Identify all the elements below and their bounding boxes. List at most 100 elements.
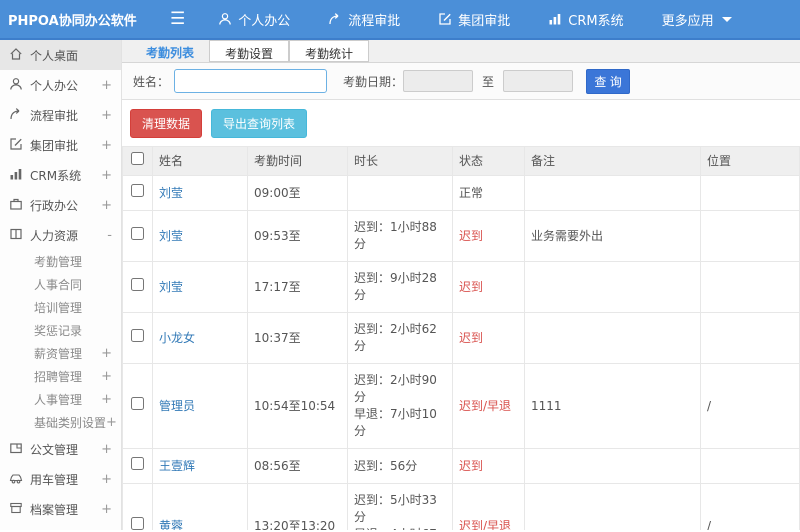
- sidebar-sub-recruit[interactable]: 招聘管理 +: [0, 365, 121, 388]
- archive-icon: [9, 501, 23, 518]
- document-icon: [9, 441, 23, 458]
- sidebar-item-workflow-approval[interactable]: 流程审批 +: [0, 100, 121, 130]
- export-list-button[interactable]: 导出查询列表: [211, 109, 308, 138]
- status-badge: 正常: [452, 175, 525, 211]
- status-badge: 迟到: [452, 312, 525, 364]
- employee-name-link[interactable]: 小龙女: [159, 331, 195, 345]
- sidebar: 个人桌面 个人办公 + 流程审批 + 集团审批 + CRM系统 + 行政办公 +: [0, 40, 122, 530]
- status-badge: 迟到: [452, 448, 525, 484]
- employee-name-link[interactable]: 管理员: [159, 399, 195, 413]
- employee-name-link[interactable]: 刘莹: [159, 229, 183, 243]
- user-icon: [9, 77, 23, 94]
- date-to-input[interactable]: [503, 70, 574, 92]
- menu-toggle-icon[interactable]: ☰: [170, 9, 185, 29]
- sidebar-sub-salary[interactable]: 薪资管理 +: [0, 342, 121, 365]
- row-checkbox[interactable]: [131, 329, 144, 342]
- sidebar-sub-personnel[interactable]: 人事管理 +: [0, 388, 121, 411]
- status-badge: 迟到/早退: [452, 363, 525, 449]
- sidebar-item-group-approval[interactable]: 集团审批 +: [0, 130, 121, 160]
- sidebar-item-personal-office[interactable]: 个人办公 +: [0, 70, 121, 100]
- table-row: 黄蓉 13:20至13:20 迟到：5小时33分早退：4小时67分 迟到/早退 …: [122, 483, 800, 531]
- sidebar-item-archive-mgmt[interactable]: 档案管理 +: [0, 494, 121, 524]
- employee-name-link[interactable]: 黄蓉: [159, 519, 183, 531]
- action-bar: 清理数据 导出查询列表: [122, 100, 800, 146]
- query-button[interactable]: 查 询: [586, 68, 631, 94]
- nav-workflow-approval[interactable]: 流程审批: [328, 10, 400, 29]
- expand-plus[interactable]: +: [101, 346, 112, 361]
- table-header-row: 姓名 考勤时间 时长 状态 备注 位置: [122, 146, 800, 176]
- date-to-label: 至: [482, 74, 495, 89]
- edit-icon: [438, 12, 452, 26]
- sidebar-sub-attendance[interactable]: 考勤管理: [0, 250, 121, 273]
- expand-plus[interactable]: +: [101, 138, 112, 153]
- row-checkbox[interactable]: [131, 517, 144, 530]
- app-logo: PHPOA协同办公软件: [8, 13, 137, 29]
- name-filter-label: 姓名：: [133, 74, 170, 89]
- row-checkbox[interactable]: [131, 278, 144, 291]
- expand-plus[interactable]: +: [101, 502, 112, 517]
- expand-plus[interactable]: +: [106, 415, 117, 430]
- nav-group-approval[interactable]: 集团审批: [438, 10, 510, 29]
- col-header-status: 状态: [452, 146, 525, 176]
- sidebar-sub-rewards[interactable]: 奖惩记录: [0, 319, 121, 342]
- sidebar-item-hr[interactable]: 人力资源 -: [0, 220, 121, 250]
- col-header-note: 备注: [524, 146, 701, 176]
- expand-plus[interactable]: +: [101, 442, 112, 457]
- col-header-name: 姓名: [152, 146, 248, 176]
- table-row: 刘莹 17:17至 迟到：9小时28分 迟到: [122, 261, 800, 313]
- car-icon: [9, 471, 23, 488]
- tab-attendance-settings[interactable]: 考勤设置: [209, 40, 290, 62]
- briefcase-icon: [9, 197, 23, 214]
- employee-name-link[interactable]: 王壹辉: [159, 459, 195, 473]
- sidebar-sub-training[interactable]: 培训管理: [0, 296, 121, 319]
- select-all-checkbox[interactable]: [131, 152, 144, 165]
- sidebar-item-crm[interactable]: CRM系统 +: [0, 160, 121, 190]
- sidebar-item-personal-desktop[interactable]: 个人桌面: [0, 40, 121, 70]
- main-content: 考勤列表 考勤设置 考勤统计 姓名： 考勤日期： 至 查 询 清理数据 导出查询…: [122, 40, 800, 530]
- status-badge: 迟到/早退: [452, 483, 525, 530]
- chart-icon: [9, 167, 23, 184]
- expand-plus[interactable]: +: [101, 108, 112, 123]
- status-badge: 迟到: [452, 261, 525, 313]
- date-from-input[interactable]: [403, 70, 474, 92]
- col-header-duration: 时长: [347, 146, 453, 176]
- sidebar-item-vehicle-mgmt[interactable]: 用车管理 +: [0, 464, 121, 494]
- row-checkbox[interactable]: [131, 397, 144, 410]
- expand-plus[interactable]: +: [101, 78, 112, 93]
- col-header-time: 考勤时间: [247, 146, 348, 176]
- expand-plus[interactable]: +: [101, 392, 112, 407]
- employee-name-link[interactable]: 刘莹: [159, 280, 183, 294]
- nav-more-apps[interactable]: 更多应用: [662, 10, 732, 29]
- book-icon: [9, 227, 23, 244]
- row-checkbox[interactable]: [131, 184, 144, 197]
- table-row: 刘莹 09:00至 正常: [122, 175, 800, 211]
- nav-personal-office[interactable]: 个人办公: [218, 10, 290, 29]
- name-filter-input[interactable]: [174, 69, 328, 93]
- table-row: 刘莹 09:53至 迟到：1小时88分 迟到 业务需要外出: [122, 210, 800, 262]
- expand-plus[interactable]: +: [101, 198, 112, 213]
- expand-minus[interactable]: -: [107, 228, 112, 243]
- tab-attendance-list[interactable]: 考勤列表: [131, 40, 209, 62]
- sidebar-item-admin-office[interactable]: 行政办公 +: [0, 190, 121, 220]
- clear-data-button[interactable]: 清理数据: [130, 109, 203, 138]
- expand-plus[interactable]: +: [101, 369, 112, 384]
- sidebar-item-document-mgmt[interactable]: 公文管理 +: [0, 434, 121, 464]
- tab-bar: 考勤列表 考勤设置 考勤统计: [122, 40, 800, 63]
- nav-crm[interactable]: CRM系统: [548, 10, 624, 29]
- row-checkbox[interactable]: [131, 457, 144, 470]
- share-icon: [328, 12, 342, 26]
- edit-icon: [9, 137, 23, 154]
- employee-name-link[interactable]: 刘莹: [159, 186, 183, 200]
- sidebar-sub-hr-contract[interactable]: 人事合同: [0, 273, 121, 296]
- sidebar-item-project-mgmt[interactable]: 项目管理 +: [0, 524, 121, 530]
- status-badge: 迟到: [452, 210, 525, 262]
- tab-attendance-stats[interactable]: 考勤统计: [289, 40, 370, 62]
- table-row: 王壹辉 08:56至 迟到：56分 迟到: [122, 448, 800, 484]
- table-row: 小龙女 10:37至 迟到：2小时62分 迟到: [122, 312, 800, 364]
- expand-plus[interactable]: +: [101, 472, 112, 487]
- expand-plus[interactable]: +: [101, 168, 112, 183]
- row-checkbox[interactable]: [131, 227, 144, 240]
- attendance-table: 姓名 考勤时间 时长 状态 备注 位置 刘莹 09:00至 正常 刘莹 09:5…: [122, 146, 800, 530]
- sidebar-sub-base-category[interactable]: 基础类别设置 +: [0, 411, 121, 434]
- col-header-location: 位置: [700, 146, 800, 176]
